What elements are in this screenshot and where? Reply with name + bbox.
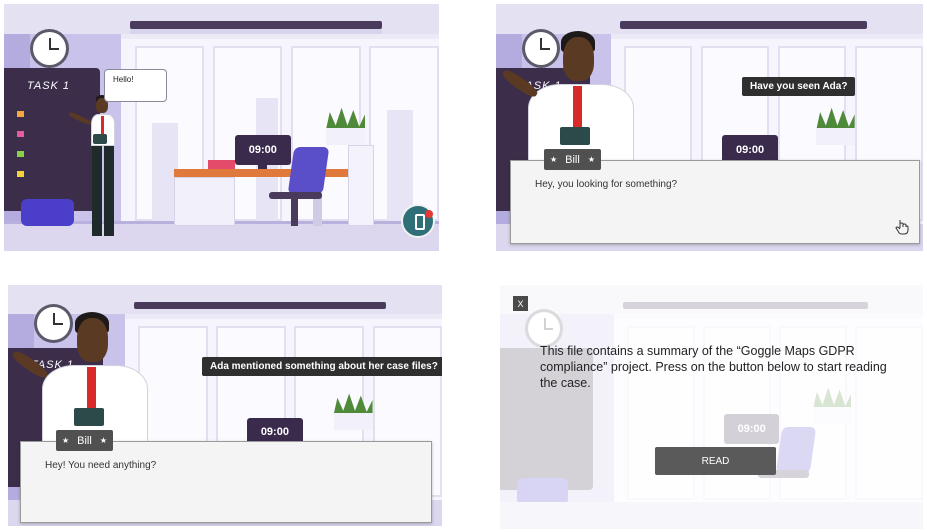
character-nameplate: ★ Bill ★ [56, 430, 113, 451]
player-choice-text: Ada mentioned something about her case f… [210, 361, 438, 372]
plant-pot [333, 412, 373, 430]
monitor-time: 09:00 [248, 143, 277, 156]
scene-panel-intro: TASK 1 09:00 Hello! [4, 4, 439, 251]
city-building [386, 110, 413, 222]
office-background: TASK 1 09:00 [4, 4, 439, 251]
tablet [93, 134, 107, 144]
office-chair [287, 147, 330, 195]
phone-icon [415, 214, 425, 230]
ceiling-lamp [130, 21, 383, 29]
sticky-note [17, 111, 25, 117]
scene-panel-dialogue-1: TASK 1 09:00 Have you seen Ada? Hey, you… [496, 4, 923, 251]
ceiling [8, 285, 442, 314]
desk-drawers [173, 176, 235, 227]
ceiling [496, 4, 923, 34]
close-button[interactable]: X [513, 296, 528, 311]
sticky-note [17, 171, 25, 178]
read-button-label: READ [701, 455, 730, 467]
player-choice-bubble[interactable]: Ada mentioned something about her case f… [202, 357, 442, 376]
task-board: TASK 1 [4, 68, 100, 212]
character-leg [92, 146, 102, 236]
floor [4, 223, 439, 251]
character-head [563, 37, 594, 81]
case-file-modal-panel: 09:00 X This file contains a summary of … [500, 285, 923, 529]
task-board-title: TASK 1 [26, 79, 71, 92]
dialogue-box[interactable]: Hey! You need anything? [20, 441, 432, 523]
sticky-note [17, 131, 25, 137]
monitor: 09:00 [234, 134, 292, 165]
phone-button[interactable] [401, 204, 435, 238]
speech-text: Hello! [113, 75, 134, 84]
ceiling-lamp [619, 21, 868, 29]
wall-clock-icon [30, 28, 70, 69]
star-icon: ★ [61, 436, 70, 445]
books [208, 159, 235, 170]
close-icon: X [517, 298, 524, 309]
bookshelf [347, 144, 374, 227]
dialogue-text: Hey, you looking for something? [535, 179, 678, 190]
chair-base [291, 199, 298, 227]
player-choice-text: Have you seen Ada? [750, 81, 848, 92]
scene-panel-dialogue-2: TASK 1 09:00 Ada mentioned something abo… [8, 285, 442, 526]
tablet [74, 408, 104, 426]
wall-clock-icon [521, 28, 561, 69]
dialogue-text: Hey! You need anything? [45, 460, 157, 471]
plant-pot [325, 127, 366, 145]
monitor-stand [258, 164, 268, 170]
read-button[interactable]: READ [655, 447, 776, 475]
character-nameplate: ★ Bill ★ [544, 149, 601, 170]
character-name: Bill [565, 153, 580, 166]
player-choice-bubble[interactable]: Have you seen Ada? [742, 77, 856, 96]
sticky-note [17, 151, 25, 158]
case-description: This file contains a summary of the “Gog… [540, 344, 887, 390]
hand-pointer-icon [895, 220, 909, 235]
character-tie [101, 116, 104, 136]
pouf [21, 199, 74, 227]
modal-overlay [500, 285, 923, 529]
star-icon: ★ [99, 436, 107, 445]
speech-bubble: Hello! [104, 69, 167, 102]
ceiling-lamp [133, 301, 386, 310]
lamp-glow [130, 28, 383, 34]
character-name: Bill [77, 434, 92, 447]
character-head [77, 318, 108, 362]
character-leg [104, 146, 114, 236]
tablet [560, 127, 590, 145]
star-icon: ★ [549, 155, 558, 164]
wall-clock-icon [34, 304, 74, 343]
dialogue-box[interactable]: Hey, you looking for something? [510, 160, 920, 244]
chair-seat [269, 191, 322, 200]
star-icon: ★ [587, 155, 595, 164]
plant-pot [816, 127, 855, 145]
notification-dot [425, 210, 433, 218]
